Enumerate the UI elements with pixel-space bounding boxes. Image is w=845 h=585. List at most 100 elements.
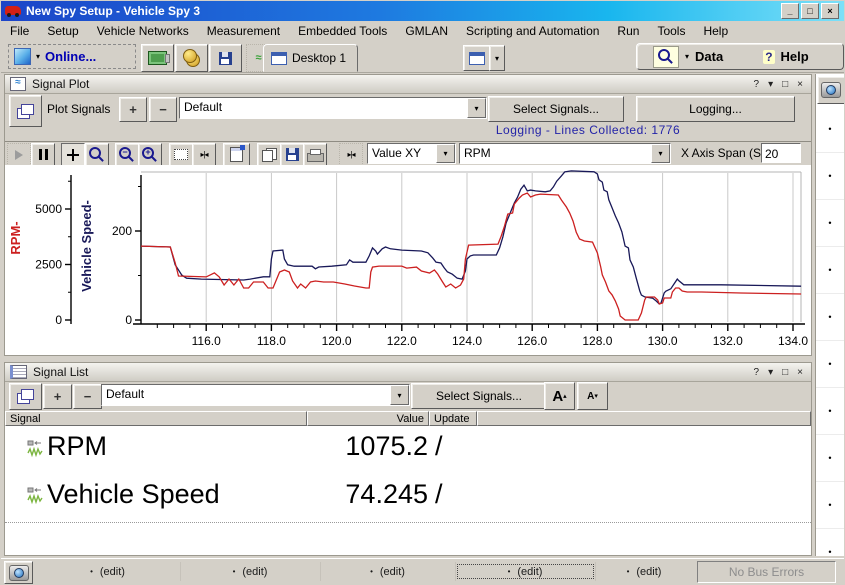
function-key-slot-3[interactable]: • (edit) <box>320 562 456 581</box>
chevron-down-icon[interactable]: ▾ <box>651 144 670 163</box>
dock-slot[interactable]: • <box>816 106 844 152</box>
zoom-window-button[interactable] <box>169 143 193 166</box>
function-key-slot-2[interactable]: • (edit) <box>180 562 321 581</box>
dock-slot[interactable]: • <box>816 340 844 387</box>
svg-text:5000: 5000 <box>35 202 62 216</box>
menu-item-setup[interactable]: Setup <box>38 22 87 40</box>
logging-button[interactable]: Logging... <box>636 96 795 122</box>
title-bar: New Spy Setup - Vehicle Spy 3 _ □ × <box>1 1 844 21</box>
capture-button[interactable] <box>817 76 844 104</box>
copy-button[interactable] <box>257 143 281 166</box>
panel-help-button[interactable]: ? <box>754 79 760 90</box>
data-search-button[interactable] <box>653 46 679 68</box>
save-plot-button[interactable] <box>280 143 304 166</box>
panel-close-button[interactable]: × <box>797 367 803 378</box>
menu-item-measurement[interactable]: Measurement <box>198 22 289 40</box>
zoom-out-button[interactable]: − <box>115 143 139 166</box>
menu-item-scripting-automation[interactable]: Scripting and Automation <box>457 22 608 40</box>
remove-plot-setup-button[interactable]: − <box>149 97 177 122</box>
camera-icon <box>9 565 29 581</box>
dock-slot[interactable]: • <box>816 434 844 481</box>
online-label: Online... <box>45 49 96 64</box>
remove-list-setup-button[interactable]: − <box>73 384 102 409</box>
dock-slot[interactable]: • <box>816 481 844 528</box>
column-header-value[interactable]: Value <box>307 411 429 426</box>
plot-mode-combo[interactable]: Value XY ▾ <box>367 143 456 164</box>
list-setup-combo[interactable]: Default ▾ <box>101 384 410 406</box>
chevron-down-icon[interactable]: ▾ <box>685 52 689 61</box>
list-setups-button[interactable] <box>9 383 42 410</box>
zoom-drag-button[interactable] <box>85 143 109 166</box>
database-button[interactable] <box>175 44 208 72</box>
vehicle-networks-button[interactable] <box>141 44 174 72</box>
plot-setups-button[interactable] <box>9 95 42 127</box>
menu-item-vehicle-networks[interactable]: Vehicle Networks <box>88 22 198 40</box>
svg-text:0: 0 <box>125 313 132 327</box>
minimize-button[interactable]: _ <box>781 3 799 19</box>
menu-item-file[interactable]: File <box>1 22 38 40</box>
dock-slot[interactable]: • <box>816 528 844 556</box>
svg-text:126.0: 126.0 <box>517 334 547 348</box>
function-key-slot-1[interactable]: • (edit) <box>35 562 181 581</box>
panel-maximize-button[interactable]: □ <box>782 367 788 378</box>
network-board-icon <box>148 51 167 65</box>
properties-icon <box>230 147 243 162</box>
column-header-signal[interactable]: Signal <box>5 411 307 426</box>
font-decrease-button[interactable]: A▾ <box>577 382 608 410</box>
panel-pin-button[interactable]: ▾ <box>768 79 773 90</box>
panel-close-button[interactable]: × <box>797 79 803 90</box>
online-button[interactable]: ▾ Online... <box>8 44 136 69</box>
signal-plot-title: Signal Plot <box>32 77 89 91</box>
chevron-down-icon[interactable]: ▾ <box>467 98 486 118</box>
svg-text:RPM-: RPM- <box>8 221 23 254</box>
pause-button[interactable] <box>31 143 55 166</box>
column-header-update[interactable]: Update <box>429 411 477 426</box>
chevron-down-icon[interactable]: ▾ <box>390 385 409 405</box>
save-button[interactable] <box>209 44 242 72</box>
menu-item-embedded-tools[interactable]: Embedded Tools <box>289 22 396 40</box>
snap-axis-button[interactable]: ▸|◂ <box>339 143 363 166</box>
help-label[interactable]: Help <box>781 49 809 64</box>
signal-list-header: Signal List ? ▾ □ × <box>5 363 811 382</box>
help-icon[interactable]: ? <box>763 50 774 64</box>
play-button[interactable] <box>7 143 31 166</box>
dock-slot[interactable]: • <box>816 199 844 246</box>
font-increase-button[interactable]: A▴ <box>544 382 575 410</box>
close-button[interactable]: × <box>821 3 839 19</box>
menu-item-run[interactable]: Run <box>608 22 648 40</box>
new-desktop-dropdown[interactable]: ▾ <box>489 45 505 71</box>
maximize-button[interactable]: □ <box>801 3 819 19</box>
slot-dot: • <box>233 567 236 576</box>
function-key-slot-4[interactable]: • (edit) <box>455 562 596 581</box>
print-button[interactable] <box>303 143 327 166</box>
panel-pin-button[interactable]: ▾ <box>768 367 773 378</box>
dock-slot[interactable]: • <box>816 152 844 199</box>
zoom-in-button[interactable]: + <box>138 143 162 166</box>
dock-slot[interactable]: • <box>816 246 844 293</box>
menu-item-gmlan[interactable]: GMLAN <box>396 22 457 40</box>
pan-button[interactable] <box>61 143 85 166</box>
dock-slot[interactable]: • <box>816 387 844 434</box>
list-select-signals-button[interactable]: Select Signals... <box>411 383 547 409</box>
capture-button[interactable] <box>4 561 33 584</box>
function-key-slot-5[interactable]: • (edit) <box>595 562 693 581</box>
panel-maximize-button[interactable]: □ <box>782 79 788 90</box>
x-span-input[interactable] <box>761 143 801 163</box>
menu-item-help[interactable]: Help <box>694 22 737 40</box>
plot-setup-combo[interactable]: Default ▾ <box>179 97 487 119</box>
table-row[interactable]: Vehicle Speed 74.245 / <box>5 471 811 523</box>
dock-slot[interactable]: • <box>816 293 844 340</box>
signal-plot-chart[interactable]: 116.0118.0120.0122.0124.0126.0128.0130.0… <box>5 169 811 353</box>
plot-signal-combo[interactable]: RPM ▾ <box>459 143 671 164</box>
add-plot-setup-button[interactable]: + <box>119 97 147 122</box>
select-signals-button[interactable]: Select Signals... <box>488 96 624 122</box>
menu-item-tools[interactable]: Tools <box>648 22 694 40</box>
plot-properties-button[interactable] <box>223 143 250 166</box>
fit-x-button[interactable]: ▸|◂ <box>192 143 216 166</box>
panel-help-button[interactable]: ? <box>754 367 760 378</box>
chevron-down-icon[interactable]: ▾ <box>436 144 455 163</box>
add-list-setup-button[interactable]: + <box>43 384 72 409</box>
tab-desktop-1[interactable]: Desktop 1 <box>263 44 358 72</box>
table-row[interactable]: RPM 1075.2 / <box>5 427 811 472</box>
new-desktop-button[interactable] <box>463 45 491 71</box>
